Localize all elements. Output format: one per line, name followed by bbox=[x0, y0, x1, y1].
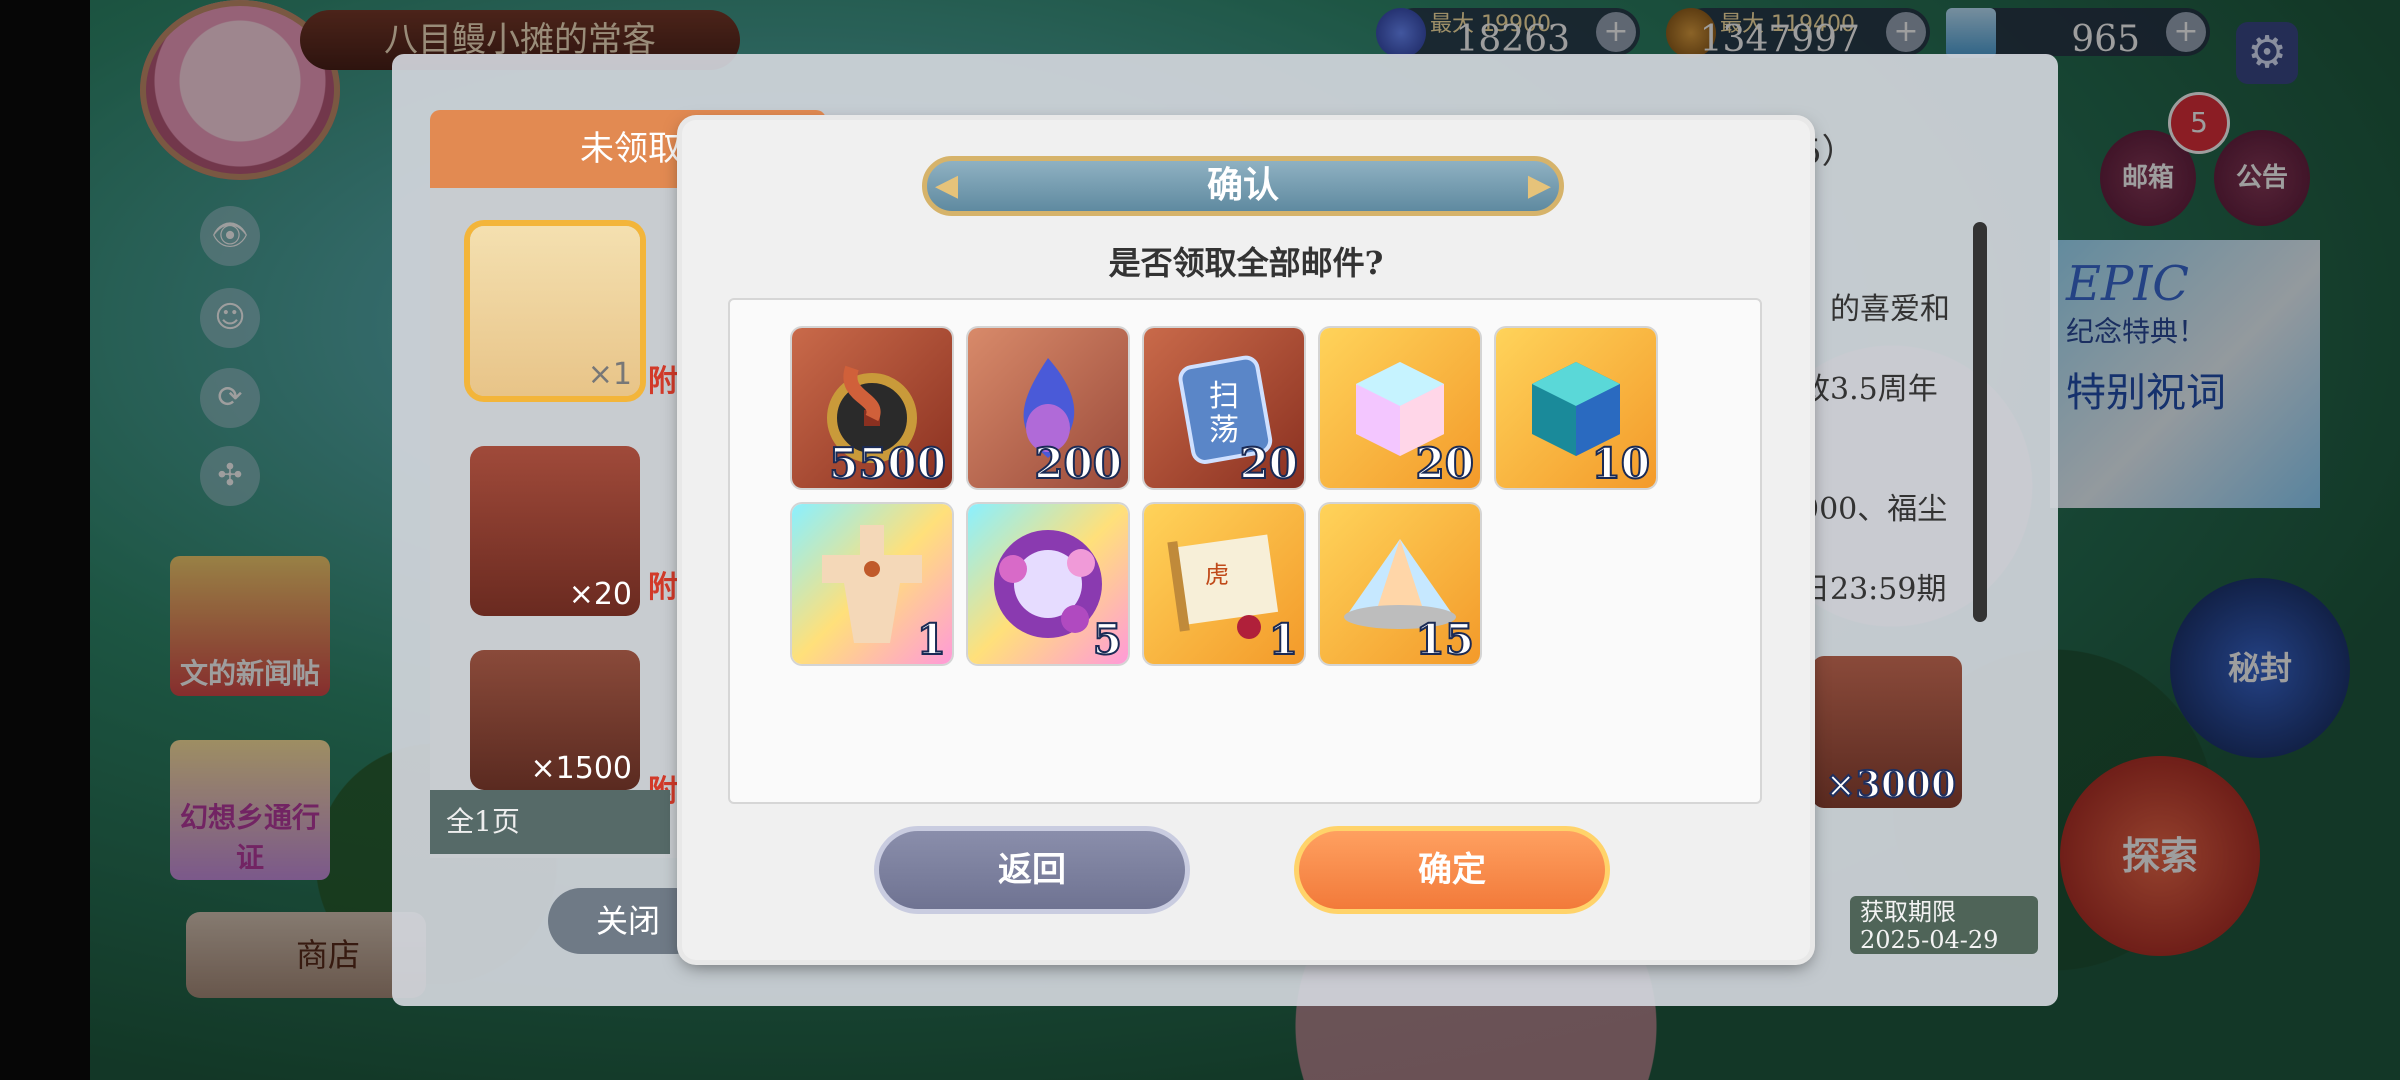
mail-item-1[interactable]: ×1 bbox=[470, 226, 640, 396]
reward-item[interactable]: 10 bbox=[1496, 328, 1656, 488]
reward-item[interactable]: 20 bbox=[1320, 328, 1480, 488]
confirm-dialog: ◀ 确认 ▶ 是否领取全部邮件? 5500 200 扫荡 20 20 10 1 … bbox=[682, 120, 1810, 960]
mail-item-3[interactable]: ×1500 bbox=[470, 650, 640, 790]
dialog-title-bar: ◀ 确认 ▶ bbox=[922, 156, 1564, 216]
reward-qty: 1 bbox=[916, 615, 947, 665]
mail-item-1-tag: 附 bbox=[648, 364, 678, 399]
mail-item-2[interactable]: ×20 bbox=[470, 446, 640, 616]
attachment-item[interactable]: ×3000 bbox=[1812, 656, 1962, 808]
expire-date: 2025-04-29 bbox=[1860, 926, 1999, 954]
confirm-button[interactable]: 确定 bbox=[1294, 826, 1610, 914]
expire-label: 获取期限 bbox=[1860, 898, 1956, 926]
confirm-button-label: 确定 bbox=[1418, 850, 1486, 890]
reward-grid: 5500 200 扫荡 20 20 10 1 5 虎 1 15 bbox=[728, 298, 1762, 804]
reward-item[interactable]: 1 bbox=[792, 504, 952, 664]
back-button-label: 返回 bbox=[998, 850, 1066, 890]
detail-line-2: 致3.5周年 bbox=[1800, 372, 1938, 407]
right-arrow-icon: ▶ bbox=[1527, 168, 1551, 203]
reward-qty: 15 bbox=[1415, 615, 1475, 665]
dialog-title: 确认 bbox=[1206, 165, 1279, 206]
mail-item-2-tag: 附 bbox=[648, 570, 678, 605]
left-arrow-icon: ◀ bbox=[935, 168, 959, 203]
reward-item[interactable]: 15 bbox=[1320, 504, 1480, 664]
reward-qty: 5 bbox=[1092, 615, 1123, 665]
reward-item[interactable]: 扫荡 20 bbox=[1144, 328, 1304, 488]
detail-line-1: 》的喜爱和 bbox=[1800, 292, 1950, 327]
reward-qty: 5500 bbox=[828, 439, 947, 489]
svg-text:虎: 虎 bbox=[1205, 561, 1229, 589]
back-button[interactable]: 返回 bbox=[874, 826, 1190, 914]
mail-item-1-qty: ×1 bbox=[587, 357, 632, 392]
page-indicator: 全1页 bbox=[430, 790, 670, 854]
mail-item-2-qty: ×20 bbox=[568, 577, 632, 612]
tab-unclaimed-label: 未领取 bbox=[580, 129, 682, 169]
detail-line-3: 000、福尘 bbox=[1800, 492, 1948, 527]
svg-text:荡: 荡 bbox=[1209, 413, 1239, 448]
reward-qty: 1 bbox=[1268, 615, 1299, 665]
mail-item-3-qty: ×1500 bbox=[530, 751, 632, 786]
detail-scrollbar[interactable] bbox=[1973, 222, 1987, 622]
reward-item[interactable]: 200 bbox=[968, 328, 1128, 488]
detail-line-4: 日23:59期 bbox=[1800, 572, 1947, 607]
dialog-question: 是否领取全部邮件? bbox=[1108, 244, 1384, 282]
expire-box: 获取期限 2025-04-29 bbox=[1850, 896, 2038, 954]
reward-qty: 10 bbox=[1591, 439, 1651, 489]
attachment-qty: ×3000 bbox=[1825, 763, 1957, 807]
reward-item[interactable]: 5500 bbox=[792, 328, 952, 488]
reward-item[interactable]: 虎 1 bbox=[1144, 504, 1304, 664]
reward-qty: 200 bbox=[1033, 439, 1123, 489]
reward-item[interactable]: 5 bbox=[968, 504, 1128, 664]
svg-text:扫: 扫 bbox=[1209, 379, 1239, 414]
reward-qty: 20 bbox=[1239, 439, 1299, 489]
reward-qty: 20 bbox=[1415, 439, 1475, 489]
